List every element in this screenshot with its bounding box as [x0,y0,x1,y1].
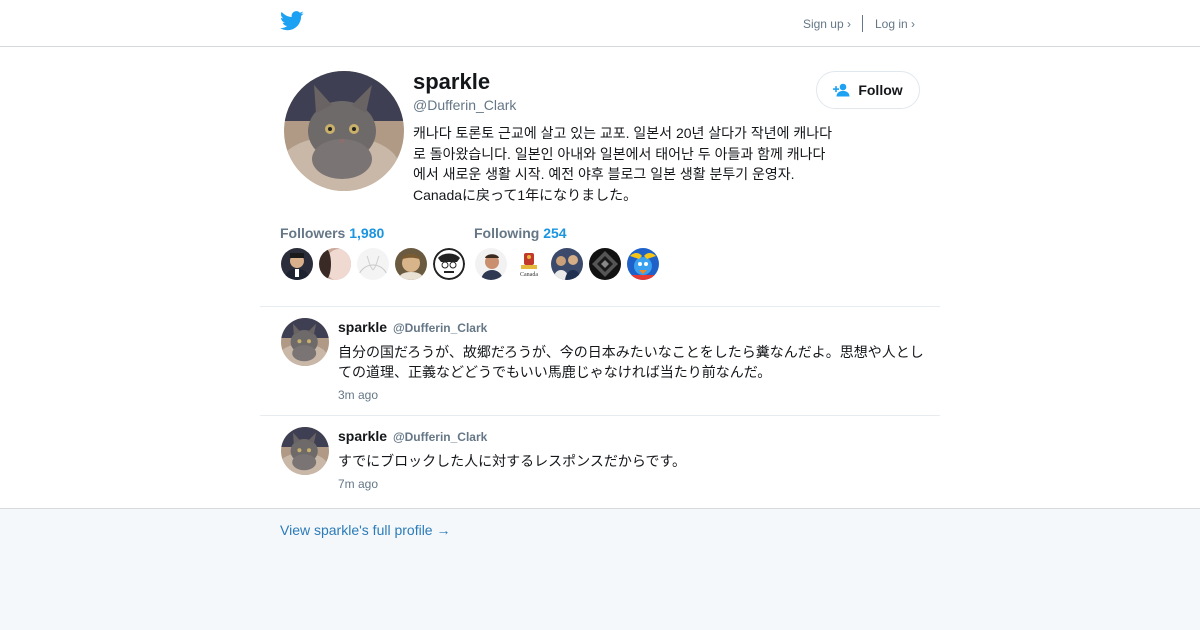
nav-divider [861,15,863,32]
tweet-divider [260,306,940,307]
follower-avatar[interactable] [357,248,389,280]
followers-count: 1,980 [349,225,385,241]
svg-text:Canada: Canada [520,272,538,278]
following-avatar[interactable] [475,248,507,280]
signup-link[interactable]: Sign up › [803,17,851,31]
following-avatar[interactable]: Canada [513,248,545,280]
tweet-author-handle[interactable]: @Dufferin_Clark [393,321,487,335]
tweet-timestamp[interactable]: 7m ago [338,477,378,491]
tweet-header: sparkle @Dufferin_Clark [338,319,487,335]
full-profile-link[interactable]: View sparkle's full profile → [280,522,450,538]
follower-avatar[interactable] [433,248,465,280]
followers-stat[interactable]: Followers 1,980 [280,225,384,241]
tweet-header: sparkle @Dufferin_Clark [338,428,487,444]
twitter-bird-icon[interactable] [280,11,304,31]
tweet-text: 自分の国だろうが、故郷だろうが、今の日本みたいなことをしたら糞なんだよ。思想や人… [338,344,924,380]
add-user-icon [833,83,850,97]
profile-card: sparkle @Dufferin_Clark 캐나다 토론토 근교에 살고 있… [0,47,1200,509]
tweet-author-handle[interactable]: @Dufferin_Clark [393,430,487,444]
top-bar: Sign up › Log in › [0,0,1200,47]
follower-avatar[interactable] [281,248,313,280]
following-stat[interactable]: Following 254 [474,225,567,241]
followers-label: Followers [280,225,346,241]
profile-avatar[interactable] [284,71,404,191]
tweet-avatar[interactable] [281,318,329,366]
following-avatar[interactable] [551,248,583,280]
following-avatar[interactable] [589,248,621,280]
follower-avatar[interactable] [319,248,351,280]
top-nav: Sign up › Log in › [803,15,915,32]
tweet-timestamp[interactable]: 3m ago [338,388,378,402]
profile-name: sparkle [413,69,491,94]
follower-avatar[interactable] [395,248,427,280]
profile-handle: @Dufferin_Clark [413,97,517,113]
follow-button[interactable]: Follow [816,71,920,109]
tweet-avatar[interactable] [281,427,329,475]
login-link[interactable]: Log in › [875,17,915,31]
following-avatar[interactable] [627,248,659,280]
tweet-author-name[interactable]: sparkle [338,428,387,444]
tweet-author-name[interactable]: sparkle [338,319,387,335]
tweet-divider [260,415,940,416]
following-count: 254 [543,225,567,241]
follow-button-label: Follow [858,82,903,98]
tweet-text: すでにブロックした人に対するレスポンスだからです。 [338,453,687,469]
profile-bio: 캐나다 토론토 근교에 살고 있는 교포. 일본서 20년 살다가 작년에 캐나… [413,125,832,203]
following-label: Following [474,225,540,241]
